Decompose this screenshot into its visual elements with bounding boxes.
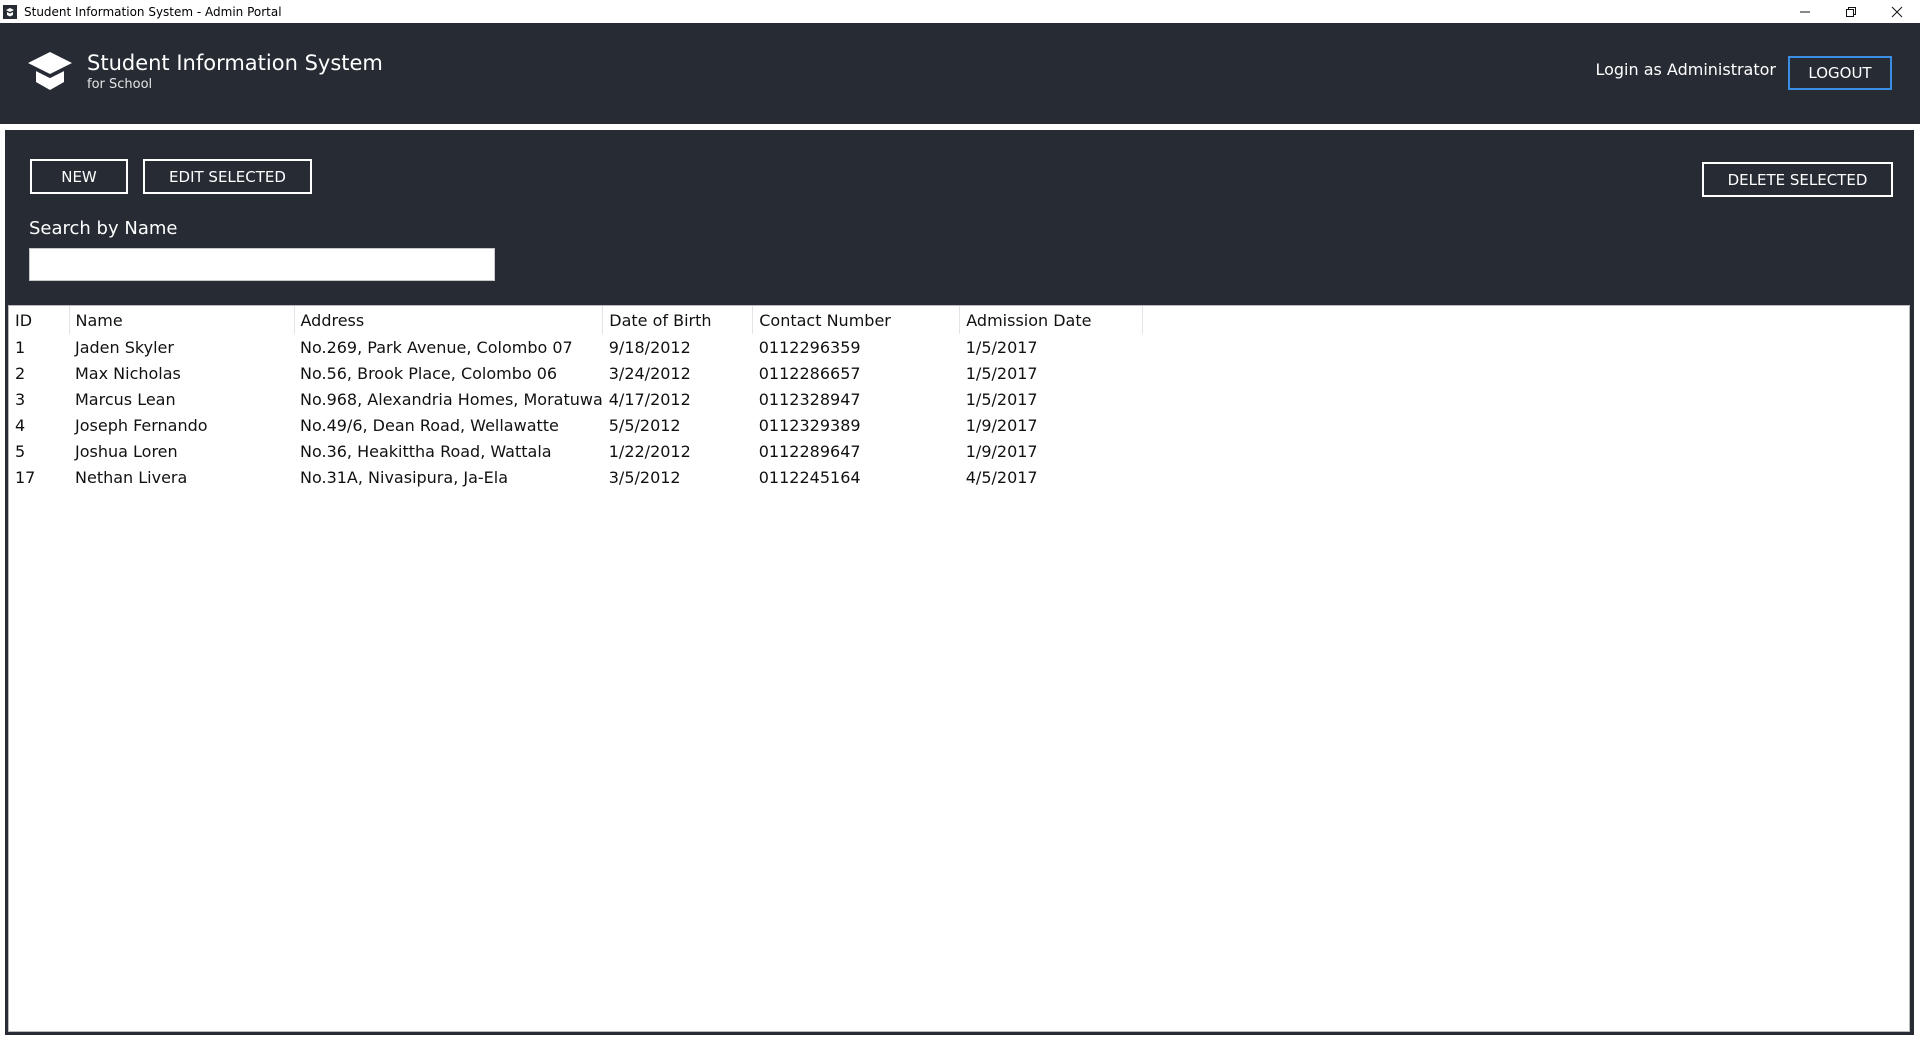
column-header-name[interactable]: Name bbox=[69, 306, 295, 334]
table-row[interactable]: 5 Joshua Loren No.36, Heakittha Road, Wa… bbox=[9, 438, 1143, 464]
minimize-icon[interactable] bbox=[1782, 0, 1828, 23]
window-titlebar: Student Information System - Admin Porta… bbox=[0, 0, 1920, 23]
column-header-contact-number[interactable]: Contact Number bbox=[752, 306, 961, 334]
cell-admission-date: 1/5/2017 bbox=[965, 363, 1038, 383]
table-row[interactable]: 1 Jaden Skyler No.269, Park Avenue, Colo… bbox=[9, 334, 1143, 360]
cell-contact-number: 0112328947 bbox=[758, 389, 861, 409]
cell-id: 3 bbox=[15, 389, 26, 409]
column-header-admission-date[interactable]: Admission Date bbox=[959, 306, 1144, 334]
cell-id: 1 bbox=[15, 337, 26, 357]
app-header: Student Information System for School Lo… bbox=[0, 23, 1920, 124]
cell-contact-number: 0112289647 bbox=[758, 441, 861, 461]
cell-date-of-birth: 9/18/2012 bbox=[608, 337, 691, 357]
cell-address: No.968, Alexandria Homes, Moratuwa bbox=[300, 389, 603, 409]
cell-name: Nethan Livera bbox=[75, 467, 188, 487]
cell-admission-date: 4/5/2017 bbox=[965, 467, 1038, 487]
window-controls bbox=[1782, 0, 1920, 23]
table-row[interactable]: 3 Marcus Lean No.968, Alexandria Homes, … bbox=[9, 386, 1143, 412]
table-row[interactable]: 2 Max Nicholas No.56, Brook Place, Colom… bbox=[9, 360, 1143, 386]
table-header-row: ID Name Address Date of Birth Contact Nu… bbox=[9, 306, 1144, 334]
main-panel: NEW EDIT SELECTED DELETE SELECTED Search… bbox=[5, 130, 1914, 1035]
app-subtitle: for School bbox=[87, 77, 153, 92]
cell-contact-number: 0112329389 bbox=[758, 415, 861, 435]
cell-address: No.49/6, Dean Road, Wellawatte bbox=[300, 415, 559, 435]
table-row[interactable]: 4 Joseph Fernando No.49/6, Dean Road, We… bbox=[9, 412, 1143, 438]
cell-admission-date: 1/9/2017 bbox=[965, 441, 1038, 461]
edit-selected-button[interactable]: EDIT SELECTED bbox=[143, 159, 312, 194]
cell-address: No.36, Heakittha Road, Wattala bbox=[300, 441, 552, 461]
cell-contact-number: 0112245164 bbox=[758, 467, 861, 487]
cell-address: No.269, Park Avenue, Colombo 07 bbox=[300, 337, 573, 357]
cell-admission-date: 1/9/2017 bbox=[965, 415, 1038, 435]
search-label: Search by Name bbox=[29, 218, 178, 239]
cell-id: 2 bbox=[15, 363, 26, 383]
cell-id: 4 bbox=[15, 415, 26, 435]
search-input[interactable] bbox=[29, 248, 495, 281]
column-header-address[interactable]: Address bbox=[294, 306, 604, 334]
column-header-id[interactable]: ID bbox=[9, 306, 70, 334]
cell-name: Max Nicholas bbox=[75, 363, 181, 383]
cell-id: 5 bbox=[15, 441, 26, 461]
cell-name: Marcus Lean bbox=[75, 389, 176, 409]
cell-id: 17 bbox=[15, 467, 36, 487]
graduation-cap-icon bbox=[26, 49, 74, 93]
new-button[interactable]: NEW bbox=[30, 159, 128, 194]
app-icon bbox=[2, 4, 18, 20]
cell-date-of-birth: 4/17/2012 bbox=[608, 389, 691, 409]
login-status: Login as Administrator bbox=[1595, 60, 1776, 79]
app-title: Student Information System bbox=[87, 51, 383, 75]
close-icon[interactable] bbox=[1874, 0, 1920, 23]
cell-name: Jaden Skyler bbox=[75, 337, 174, 357]
cell-address: No.56, Brook Place, Colombo 06 bbox=[300, 363, 558, 383]
table-row[interactable]: 17 Nethan Livera No.31A, Nivasipura, Ja-… bbox=[9, 464, 1143, 490]
students-grid: ID Name Address Date of Birth Contact Nu… bbox=[9, 306, 1144, 490]
cell-name: Joshua Loren bbox=[75, 441, 178, 461]
cell-name: Joseph Fernando bbox=[75, 415, 208, 435]
cell-date-of-birth: 5/5/2012 bbox=[608, 415, 681, 435]
cell-contact-number: 0112296359 bbox=[758, 337, 861, 357]
cell-date-of-birth: 3/24/2012 bbox=[608, 363, 691, 383]
cell-address: No.31A, Nivasipura, Ja-Ela bbox=[300, 467, 509, 487]
window-title: Student Information System - Admin Porta… bbox=[24, 4, 282, 19]
restore-icon[interactable] bbox=[1828, 0, 1874, 23]
logout-button[interactable]: LOGOUT bbox=[1788, 56, 1892, 90]
column-header-date-of-birth[interactable]: Date of Birth bbox=[602, 306, 754, 334]
cell-contact-number: 0112286657 bbox=[758, 363, 861, 383]
students-table[interactable]: ID Name Address Date of Birth Contact Nu… bbox=[8, 305, 1910, 1032]
cell-admission-date: 1/5/2017 bbox=[965, 389, 1038, 409]
cell-admission-date: 1/5/2017 bbox=[965, 337, 1038, 357]
delete-selected-button[interactable]: DELETE SELECTED bbox=[1702, 162, 1893, 197]
cell-date-of-birth: 1/22/2012 bbox=[608, 441, 691, 461]
cell-date-of-birth: 3/5/2012 bbox=[608, 467, 681, 487]
